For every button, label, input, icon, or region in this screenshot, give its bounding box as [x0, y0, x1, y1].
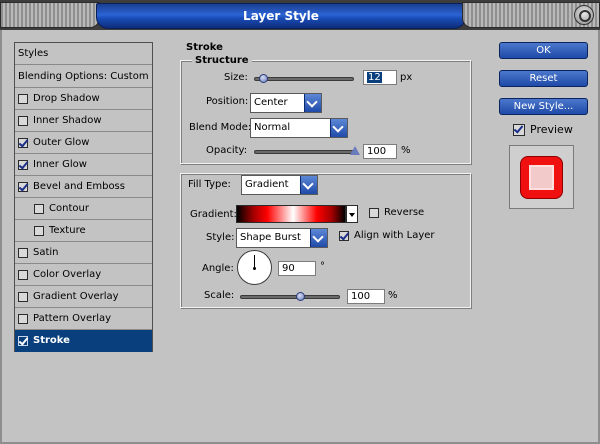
- size-slider-thumb[interactable]: [258, 74, 268, 83]
- angle-dial-center: [253, 267, 256, 270]
- scale-slider-thumb[interactable]: [295, 292, 305, 301]
- position-value: Center: [254, 97, 288, 108]
- fill-type-value: Gradient: [245, 179, 289, 190]
- style-item-checkbox[interactable]: [18, 115, 28, 126]
- blend-mode-label: Blend Mode:: [189, 122, 252, 133]
- style-item-texture[interactable]: Texture: [15, 220, 152, 242]
- align-label: Align with Layer: [354, 230, 435, 241]
- angle-input[interactable]: 90: [278, 261, 316, 276]
- gradient-picker-arrow[interactable]: [346, 205, 358, 223]
- position-select[interactable]: Center: [250, 93, 322, 113]
- title-grip-left: [0, 2, 100, 28]
- scale-label: Scale:: [204, 290, 235, 301]
- chevron-down-icon[interactable]: [310, 229, 327, 247]
- stroke-section-title: Stroke: [186, 42, 223, 53]
- size-unit: px: [400, 72, 413, 83]
- blending-options-item[interactable]: Blending Options: Custom: [15, 65, 152, 88]
- gradient-label: Gradient:: [190, 209, 237, 220]
- window-title: Layer Style: [96, 3, 466, 29]
- fill-type-select[interactable]: Gradient: [241, 175, 318, 195]
- scale-unit: %: [388, 290, 398, 301]
- style-item-inner-glow[interactable]: Inner Glow: [15, 154, 152, 176]
- style-item-pattern-overlay[interactable]: Pattern Overlay: [15, 308, 152, 330]
- style-item-label: Contour: [49, 203, 89, 214]
- ok-button[interactable]: OK: [499, 42, 588, 59]
- style-item-label: Bevel and Emboss: [33, 181, 125, 192]
- scale-input[interactable]: 100: [347, 289, 385, 304]
- style-item-label: Texture: [49, 225, 86, 236]
- style-item-label: Color Overlay: [33, 269, 102, 280]
- opacity-slider-thumb[interactable]: [350, 146, 360, 155]
- style-item-label: Inner Glow: [33, 159, 87, 170]
- title-bar[interactable]: Layer Style: [0, 0, 600, 30]
- preview-label: Preview: [530, 123, 573, 136]
- structure-title: Structure: [192, 55, 252, 66]
- style-item-checkbox[interactable]: [18, 93, 28, 104]
- gradient-swatch[interactable]: [236, 205, 346, 223]
- style-value: Shape Burst: [240, 232, 301, 243]
- reverse-checkbox-box[interactable]: [369, 207, 379, 218]
- style-item-checkbox[interactable]: [18, 137, 28, 148]
- reset-button[interactable]: Reset: [499, 70, 588, 87]
- opacity-unit: %: [401, 145, 411, 156]
- opacity-label: Opacity:: [206, 145, 248, 156]
- style-item-checkbox[interactable]: [18, 159, 28, 170]
- fill-type-label: Fill Type:: [188, 179, 231, 190]
- chevron-down-icon[interactable]: [304, 94, 321, 112]
- style-select[interactable]: Shape Burst: [236, 228, 328, 248]
- size-input[interactable]: 12: [363, 70, 397, 85]
- scale-slider[interactable]: [240, 292, 340, 301]
- style-item-outer-glow[interactable]: Outer Glow: [15, 132, 152, 154]
- close-icon[interactable]: [574, 5, 594, 25]
- style-label: Style:: [206, 232, 235, 243]
- style-item-checkbox[interactable]: [18, 335, 28, 346]
- style-item-checkbox[interactable]: [18, 247, 28, 258]
- style-item-gradient-overlay[interactable]: Gradient Overlay: [15, 286, 152, 308]
- angle-unit: °: [320, 261, 325, 272]
- style-item-label: Satin: [33, 247, 59, 258]
- align-checkbox-box[interactable]: [339, 230, 349, 241]
- style-item-label: Stroke: [33, 335, 70, 346]
- reverse-checkbox[interactable]: Reverse: [369, 207, 424, 218]
- style-item-contour[interactable]: Contour: [15, 198, 152, 220]
- opacity-input[interactable]: 100: [363, 144, 397, 159]
- style-item-checkbox[interactable]: [18, 291, 28, 302]
- style-item-checkbox[interactable]: [18, 181, 28, 192]
- style-item-bevel-and-emboss[interactable]: Bevel and Emboss: [15, 176, 152, 198]
- chevron-down-icon[interactable]: [330, 119, 347, 137]
- style-item-checkbox[interactable]: [18, 313, 28, 324]
- size-slider[interactable]: [254, 74, 354, 83]
- styles-list: Styles Blending Options: Custom Drop Sha…: [14, 42, 153, 352]
- style-item-checkbox[interactable]: [34, 203, 44, 214]
- position-label: Position:: [206, 96, 249, 107]
- size-label: Size:: [224, 72, 248, 83]
- style-item-label: Pattern Overlay: [33, 313, 112, 324]
- style-item-checkbox[interactable]: [18, 269, 28, 280]
- preview-checkbox-box[interactable]: [513, 123, 525, 136]
- preview-swatch: [521, 157, 562, 198]
- align-with-layer-checkbox[interactable]: Align with Layer: [339, 230, 435, 241]
- blend-mode-select[interactable]: Normal: [250, 118, 348, 138]
- angle-label: Angle:: [202, 263, 234, 274]
- style-item-label: Inner Shadow: [33, 115, 102, 126]
- style-item-label: Outer Glow: [33, 137, 90, 148]
- style-item-checkbox[interactable]: [34, 225, 44, 236]
- new-style-button[interactable]: New Style...: [499, 98, 588, 115]
- style-item-inner-shadow[interactable]: Inner Shadow: [15, 110, 152, 132]
- style-item-satin[interactable]: Satin: [15, 242, 152, 264]
- style-preview: [509, 145, 574, 209]
- angle-dial[interactable]: [237, 250, 272, 285]
- chevron-down-icon[interactable]: [300, 176, 317, 194]
- style-item-color-overlay[interactable]: Color Overlay: [15, 264, 152, 286]
- style-item-drop-shadow[interactable]: Drop Shadow: [15, 88, 152, 110]
- style-item-label: Gradient Overlay: [33, 291, 119, 302]
- blend-mode-value: Normal: [254, 122, 291, 133]
- style-item-label: Drop Shadow: [33, 93, 100, 104]
- styles-header[interactable]: Styles: [15, 43, 152, 65]
- reverse-label: Reverse: [384, 207, 425, 218]
- style-item-stroke[interactable]: Stroke: [15, 330, 152, 352]
- opacity-slider[interactable]: [254, 146, 360, 155]
- preview-checkbox[interactable]: Preview: [513, 123, 573, 136]
